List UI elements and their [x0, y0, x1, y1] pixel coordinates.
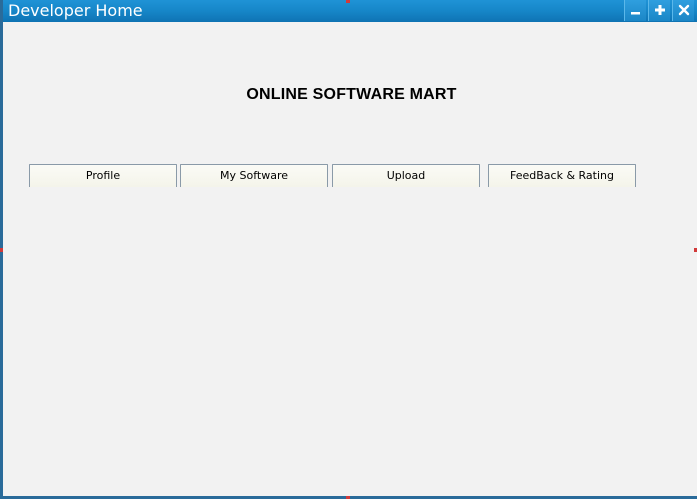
maximize-icon [655, 5, 665, 15]
resize-handle-left[interactable] [0, 248, 3, 252]
tab-feedback-rating[interactable]: FeedBack & Rating [488, 164, 636, 187]
window-title: Developer Home [8, 1, 143, 20]
minimize-icon [631, 12, 640, 15]
main-content: ONLINE SOFTWARE MART Profile My Software… [6, 22, 697, 496]
close-icon [678, 4, 690, 16]
title-bar[interactable]: Developer Home [3, 0, 697, 22]
page-title: ONLINE SOFTWARE MART [246, 86, 457, 103]
developer-home-window: Developer Home ONLINE SOFTWARE MART Prof… [0, 0, 697, 499]
tab-upload[interactable]: Upload [332, 164, 480, 187]
close-button[interactable] [672, 0, 694, 21]
minimize-button[interactable] [624, 0, 646, 21]
tab-my-software[interactable]: My Software [180, 164, 328, 187]
tab-profile[interactable]: Profile [29, 164, 177, 187]
resize-handle-top[interactable] [346, 0, 350, 3]
maximize-button[interactable] [648, 0, 670, 21]
